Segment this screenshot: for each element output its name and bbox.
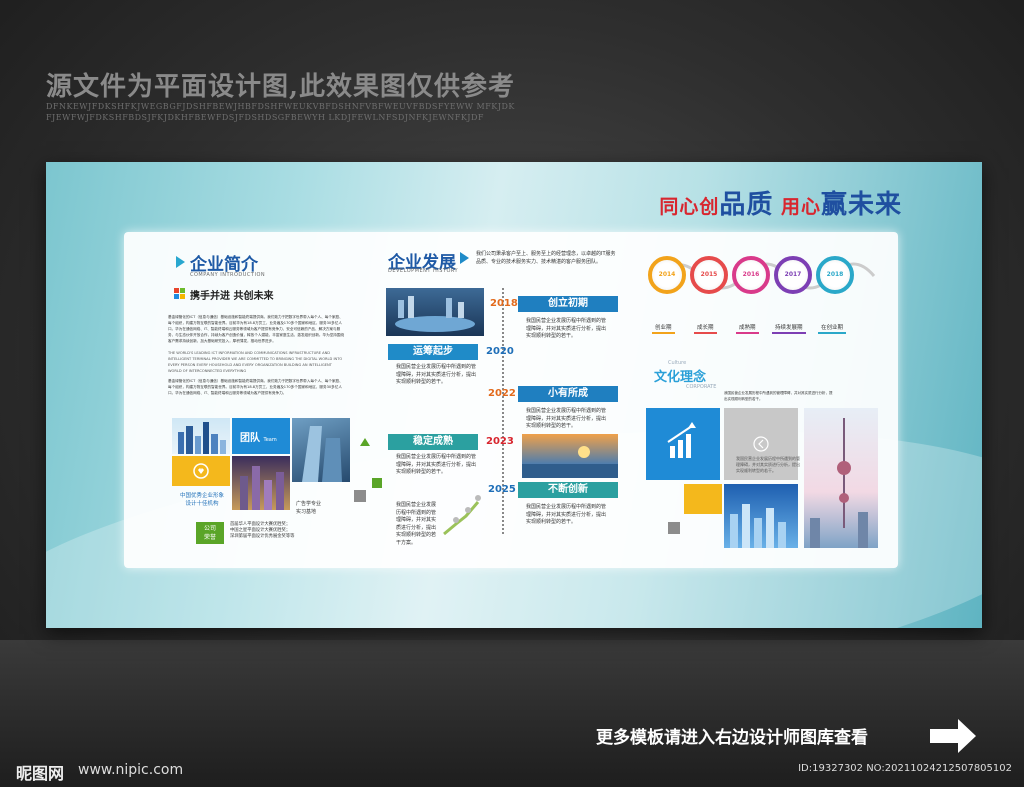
stage-2025-side-text: 我国民营企业发展历程中所遇到的管理障碍，并对其实质进行分析，提出实现顺利转型的若… — [396, 502, 437, 546]
sunset-icon — [522, 446, 618, 478]
arrow-right-icon[interactable] — [930, 717, 976, 755]
year-2023: 2023 — [486, 436, 514, 447]
ring-2017: 2017 — [774, 256, 812, 294]
culture-subtitle: CORPORATE — [686, 384, 717, 390]
period-3: 成熟期 — [736, 322, 759, 334]
stage-2018: 创立初期 — [518, 296, 618, 312]
yellow-square — [684, 484, 722, 514]
stage-2022-text: 我国民营企业发展历程中所遇到的管理障碍，并对其实质进行分析，提出实现顺利转型的若… — [526, 408, 607, 429]
climbing-people-icon — [443, 495, 481, 536]
windows-logo-icon — [174, 288, 185, 299]
arrow-icon — [176, 256, 185, 268]
history-subtitle: DEVELOPMENT HISTORY — [388, 268, 459, 274]
stage-2018-text: 我国民营企业发展历程中所遇到的管理障碍，并对其实质进行分析，提出实现顺利转型的若… — [526, 318, 607, 339]
period-5: 在创业期 — [818, 322, 847, 334]
history-intro: 我们公司秉承客户至上、服务至上的经营理念，以卓越的IT服务品质、专业的技术服务实… — [476, 251, 616, 265]
ring-2014: 2014 — [648, 256, 686, 294]
ring-2015: 2015 — [690, 256, 728, 294]
heart-icon — [193, 463, 209, 479]
honor-badge: 公司 荣誉 — [196, 522, 224, 544]
intro-paragraph-3: 基金绿管化的ICT（信息与通信）基础设施和智能终端提供商。我们致力于把数字世界带… — [168, 379, 343, 395]
sunset-photo — [522, 434, 618, 478]
green-square — [372, 478, 382, 488]
city-skyline-icon — [730, 504, 786, 548]
grey-square — [354, 490, 366, 502]
site-url[interactable]: www.nipic.com — [78, 762, 183, 778]
ring-2016: 2016 — [732, 256, 770, 294]
base-text: 广告学专业 实习基地 — [296, 501, 322, 515]
culture-line: 我国民营企业发展历程中所遇到的管理障碍，并对其实质进行分析，提出实现顺利转型的若… — [724, 391, 833, 401]
year-2022: 2022 — [488, 388, 516, 399]
year-2025: 2025 — [488, 484, 516, 495]
city-photo-tile — [172, 418, 230, 454]
watermark-title: 源文件为平面设计图,此效果图仅供参考 — [46, 72, 516, 102]
intro-subtitle: COMPANY INTRODUCTION — [190, 272, 266, 278]
culture-wall-board: 同心创品质 用心赢未来 企业简介 COMPANY INTRODUCTION 携手… — [46, 162, 982, 628]
site-logo: 昵图网 — [16, 764, 65, 783]
stage-2023: 稳定成熟 — [388, 434, 478, 450]
city-skyline-icon — [178, 422, 226, 454]
period-2: 成长期 — [694, 322, 717, 334]
team-tile: 团队 Team — [232, 418, 290, 454]
night-city-icon — [240, 466, 284, 510]
honor-list: 首届华人平面设计大赛优胜奖； 中国之星平面设计大赛优胜奖； 深圳第届平面设计优秀… — [230, 522, 295, 539]
night-city-photo-tile — [232, 456, 290, 510]
ring-2018: 2018 — [816, 256, 854, 294]
year-2020: 2020 — [486, 346, 514, 357]
grey-tile-text: 我国民营企业发展历程中所遇到的管理障碍，并对其实质进行分析，提出实现顺利转型的若… — [736, 456, 800, 473]
content-panel: 企业简介 COMPANY INTRODUCTION 携手并进 共创未来 基金绿管… — [124, 232, 898, 568]
stage-2022: 小有所成 — [518, 386, 618, 402]
stage-2023-text: 我国民营企业发展历程中所遇到的管理障碍，并对其实质进行分析，提出实现顺利转型的若… — [396, 454, 477, 475]
culture-title: 文化理念 — [654, 370, 707, 385]
tower-icon — [810, 418, 868, 548]
chart-tile — [646, 408, 720, 480]
team-label: 团队 Team — [240, 433, 277, 444]
more-templates-text: 更多模板请进入右边设计师图库查看 — [596, 728, 868, 748]
bar-chart-icon — [667, 422, 696, 458]
intro-paragraph-2: THE WORLD'S LEADING ICT INFORMATION AND … — [168, 351, 343, 373]
intro-paragraph-1: 基金绿管化的ICT（信息与通信）基础设施和智能终端提供商。我们致力于把数字世界带… — [168, 315, 345, 343]
arrow-icon — [460, 252, 469, 264]
period-1: 创业期 — [652, 322, 675, 334]
stage-2025-text: 我国民营企业发展历程中所遇到的管理障碍，并对其实质进行分析，提出实现顺利转型的若… — [526, 504, 607, 525]
oriental-pearl-photo — [804, 408, 878, 548]
image-id: ID:19327302 NO:20211024212507805102 — [798, 763, 1012, 774]
blue-city-photo — [724, 484, 798, 548]
timeline-axis — [502, 288, 504, 534]
stage-2020-text: 我国民营企业发展历程中所遇到的管理障碍，并对其实质进行分析，提出实现顺利转型的若… — [396, 364, 477, 385]
intro-motto: 携手并进 共创未来 — [190, 291, 274, 302]
yellow-tile — [172, 456, 230, 486]
watermark-letters: DFNKEWJFDKSHFKJWEGBGFJDSHFBEWJHBFDSHFWEU… — [46, 102, 515, 122]
year-2018: 2018 — [490, 298, 518, 309]
river-icon — [395, 296, 475, 332]
period-4: 持续发展期 — [772, 322, 806, 334]
building-photo-tile — [292, 418, 350, 482]
stage-2025: 不断创新 — [518, 482, 618, 498]
slogan: 同心创品质 用心赢未来 — [659, 190, 902, 220]
skyscraper-icon — [302, 426, 342, 482]
leaf-icon — [360, 438, 370, 446]
river-city-photo — [386, 288, 484, 336]
grey-square-small — [668, 522, 680, 534]
stage-2020: 运筹起步 — [388, 344, 478, 360]
honor-text: 中国优秀企业形象 设计十佳机构 — [179, 493, 224, 507]
